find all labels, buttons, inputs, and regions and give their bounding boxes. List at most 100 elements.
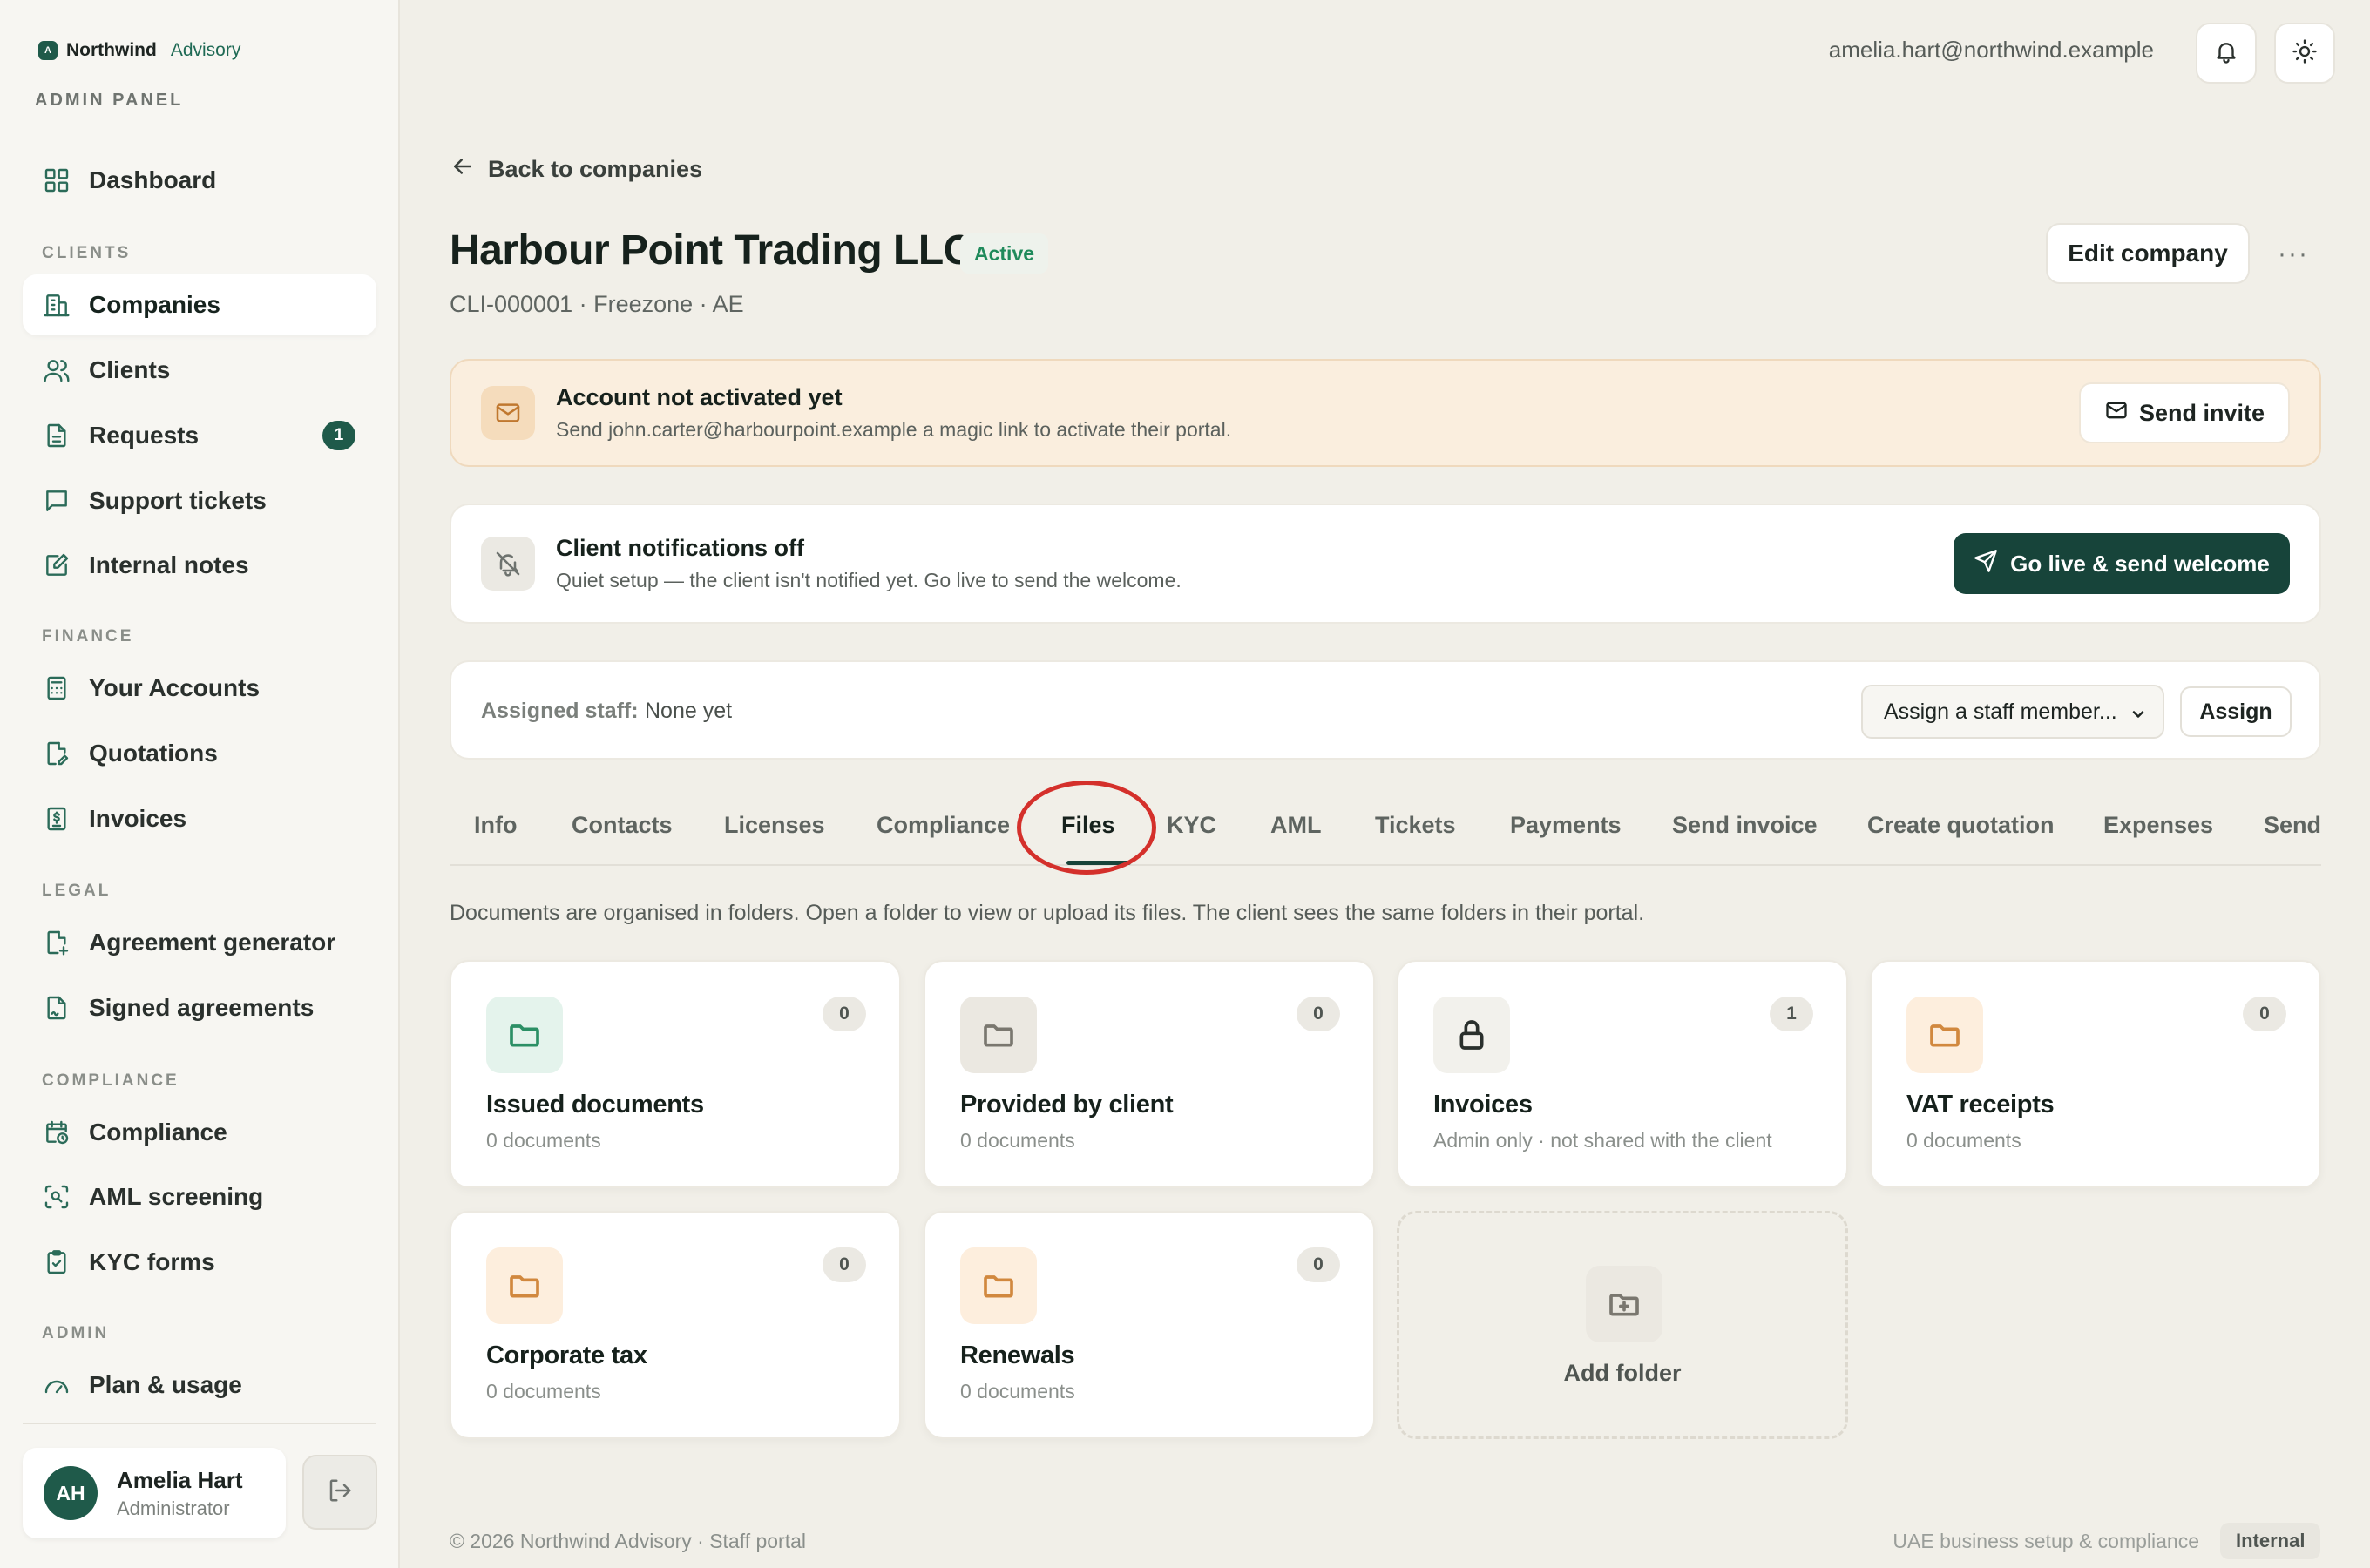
tab-expenses[interactable]: Expenses (2103, 812, 2213, 839)
sidebar-item-requests[interactable]: Requests 1 (23, 405, 376, 466)
folder-icon (486, 1247, 563, 1324)
calendar-clock-icon (42, 1118, 71, 1147)
folder-icon (960, 997, 1037, 1073)
tab-payments[interactable]: Payments (1510, 812, 1622, 839)
nav-section-legal: LEGAL (42, 882, 112, 900)
sidebar-item-aml-screening[interactable]: AML screening (23, 1166, 376, 1227)
folder-card-invoices[interactable]: 1 Invoices Admin only · not shared with … (1397, 960, 1848, 1188)
sidebar-item-support-tickets[interactable]: Support tickets (23, 470, 376, 531)
folder-name: VAT receipts (1906, 1091, 2055, 1119)
folder-card-issued-documents[interactable]: 0 Issued documents 0 documents (450, 960, 901, 1188)
tab-send[interactable]: Send (2264, 812, 2321, 839)
mail-icon (2104, 398, 2129, 429)
folder-count-badge: 0 (823, 997, 866, 1031)
sidebar-item-plan-usage[interactable]: Plan & usage (23, 1355, 376, 1416)
sidebar-item-label: AML screening (89, 1183, 264, 1210)
folder-subtitle: 0 documents (486, 1380, 601, 1402)
assign-button[interactable]: Assign (2180, 686, 2292, 737)
note-edit-icon (42, 551, 71, 580)
sidebar: A Northwind Advisory ADMIN PANEL Dashboa… (0, 0, 400, 1568)
receipt-dollar-icon (42, 804, 71, 834)
go-live-button[interactable]: Go live & send welcome (1954, 533, 2290, 594)
folder-count-badge: 0 (1297, 1247, 1340, 1282)
folder-icon (960, 1247, 1037, 1324)
sidebar-item-label: KYC forms (89, 1248, 215, 1275)
sidebar-item-internal-notes[interactable]: Internal notes (23, 535, 376, 596)
sidebar-item-label: Invoices (89, 805, 187, 832)
banner-title: Client notifications off (556, 535, 804, 561)
folder-count-badge: 1 (1770, 997, 1813, 1031)
tab-tickets[interactable]: Tickets (1375, 812, 1456, 839)
add-folder-label: Add folder (1563, 1360, 1682, 1386)
sidebar-item-label: Dashboard (89, 166, 217, 193)
folder-card-provided-by-client[interactable]: 0 Provided by client 0 documents (924, 960, 1375, 1188)
sidebar-item-label: Quotations (89, 740, 218, 767)
sidebar-item-label: Signed agreements (89, 994, 315, 1021)
sidebar-item-kyc-forms[interactable]: KYC forms (23, 1232, 376, 1293)
tab-licenses[interactable]: Licenses (724, 812, 825, 839)
send-invite-button[interactable]: Send invite (2079, 382, 2290, 443)
theme-toggle-button[interactable] (2274, 23, 2335, 84)
folder-name: Corporate tax (486, 1342, 647, 1369)
more-options-button[interactable]: ··· (2269, 235, 2318, 274)
notifications-button[interactable] (2196, 23, 2257, 84)
nav-section-admin: ADMIN (42, 1324, 110, 1342)
brand-logo[interactable]: A Northwind Advisory (38, 40, 240, 61)
nav-section-compliance: COMPLIANCE (42, 1071, 179, 1090)
tab-send-invoice[interactable]: Send invoice (1672, 812, 1818, 839)
sidebar-divider (23, 1423, 376, 1424)
sidebar-item-clients[interactable]: Clients (23, 340, 376, 401)
requests-count-badge: 1 (322, 421, 356, 450)
back-link-label: Back to companies (488, 156, 703, 182)
banner-description: Quiet setup — the client isn't notified … (556, 569, 1182, 591)
send-invite-label: Send invite (2138, 399, 2265, 426)
document-icon (42, 421, 71, 450)
sidebar-item-label: Support tickets (89, 487, 267, 514)
sidebar-item-label: Compliance (89, 1119, 227, 1146)
tab-kyc[interactable]: KYC (1167, 812, 1216, 839)
footer-tagline: UAE business setup & compliance (1893, 1530, 2199, 1552)
sidebar-item-compliance[interactable]: Compliance (23, 1102, 376, 1163)
sidebar-item-agreement-generator[interactable]: Agreement generator (23, 912, 376, 973)
file-signature-icon (42, 993, 71, 1023)
sidebar-item-your-accounts[interactable]: Your Accounts (23, 658, 376, 719)
sidebar-item-label: Clients (89, 356, 171, 383)
footer-badge: Internal (2220, 1523, 2321, 1559)
bell-icon (2213, 38, 2239, 69)
folder-count-badge: 0 (823, 1247, 866, 1282)
edit-company-button[interactable]: Edit company (2046, 223, 2250, 284)
user-card[interactable]: AH Amelia Hart Administrator (23, 1448, 286, 1538)
highlight-ellipse (1017, 781, 1156, 875)
sidebar-item-quotations[interactable]: Quotations (23, 723, 376, 784)
notifications-banner: Client notifications off Quiet setup — t… (450, 504, 2321, 624)
company-tabs: Info Contacts Licenses Compliance Files … (450, 793, 2321, 866)
company-meta: CLI-000001 · Freezone · AE (450, 291, 744, 317)
tab-compliance[interactable]: Compliance (877, 812, 1010, 839)
back-to-companies-link[interactable]: Back to companies (450, 153, 702, 186)
tab-create-quotation[interactable]: Create quotation (1867, 812, 2055, 839)
tab-info[interactable]: Info (474, 812, 517, 839)
folder-icon (486, 997, 563, 1073)
add-folder-button[interactable]: Add folder (1397, 1211, 1848, 1439)
sidebar-item-label: Companies (89, 291, 220, 318)
folder-card-renewals[interactable]: 0 Renewals 0 documents (924, 1211, 1375, 1439)
sidebar-item-signed-agreements[interactable]: Signed agreements (23, 977, 376, 1038)
panel-label: ADMIN PANEL (35, 91, 184, 110)
bell-off-icon (481, 537, 535, 591)
file-plus-icon (42, 928, 71, 957)
scan-search-icon (42, 1182, 71, 1212)
tab-contacts[interactable]: Contacts (572, 812, 673, 839)
user-email: amelia.hart@northwind.example (1828, 37, 2154, 63)
sidebar-item-companies[interactable]: Companies (23, 274, 376, 335)
tab-aml[interactable]: AML (1270, 812, 1321, 839)
logout-button[interactable] (302, 1455, 377, 1530)
sidebar-item-invoices[interactable]: Invoices (23, 788, 376, 849)
status-badge: Active (960, 233, 1049, 274)
sidebar-item-dashboard[interactable]: Dashboard (23, 150, 376, 211)
avatar: AH (44, 1466, 98, 1520)
folder-card-corporate-tax[interactable]: 0 Corporate tax 0 documents (450, 1211, 901, 1439)
folder-card-vat-receipts[interactable]: 0 VAT receipts 0 documents (1870, 960, 2321, 1188)
staff-select[interactable]: Assign a staff member... (1861, 685, 2164, 739)
folder-subtitle: 0 documents (960, 1380, 1075, 1402)
brand-name: Northwind (66, 40, 157, 60)
